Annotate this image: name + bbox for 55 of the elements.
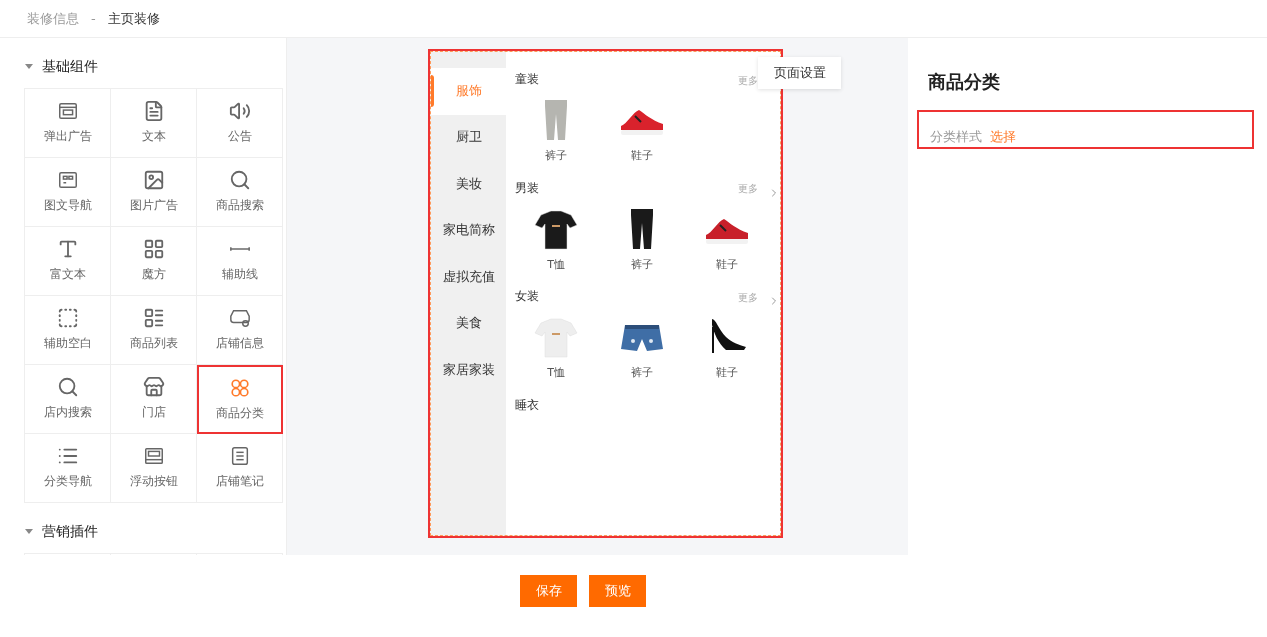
component-tile[interactable]: 分类导航 (25, 434, 111, 503)
breadcrumb-current: 主页装修 (107, 9, 160, 28)
section-title: 睡衣 (515, 396, 539, 414)
page-settings-tab[interactable]: 页面设置 (758, 57, 841, 89)
component-tile[interactable]: 店铺笔记 (197, 434, 283, 503)
caret-icon[interactable] (24, 61, 34, 71)
component-tile[interactable]: 店铺信息 (197, 296, 283, 365)
line-icon (228, 246, 251, 253)
component-tile[interactable]: 浮动按钮 (111, 434, 197, 503)
product-name: 裤子 (630, 365, 653, 381)
group-title: 营销插件 (42, 521, 98, 541)
category-tab[interactable]: 美妆 (431, 161, 506, 208)
product-name: T恤 (547, 256, 565, 273)
component-tile[interactable]: 文本 (111, 89, 197, 158)
component-tile[interactable]: 图片广告 (111, 158, 197, 227)
group-title: 基础组件 (42, 56, 98, 76)
category-tab[interactable]: 美食 (431, 300, 506, 347)
component-tile[interactable]: 商品分类 (197, 365, 283, 434)
section-title: 女装 (515, 288, 539, 306)
component-tile[interactable]: 商品搜索 (197, 158, 283, 227)
dashed-square-icon (56, 307, 79, 330)
search-icon (56, 376, 79, 399)
category-tab[interactable]: 厨卫 (431, 114, 506, 161)
component-tile[interactable]: 商品列表 (111, 296, 197, 365)
store-icon (142, 376, 165, 399)
component-tile[interactable]: 辅助空白 (25, 296, 111, 365)
product-name: 鞋子 (716, 256, 739, 273)
shop-icon (228, 307, 251, 330)
component-tile[interactable]: 辅助线 (197, 227, 283, 296)
field-label: 分类样式 (930, 127, 982, 146)
category-tab[interactable]: 家电简称 (431, 207, 506, 254)
component-tile[interactable]: 魔方 (111, 227, 197, 296)
component-tile[interactable]: 图文导航 (25, 158, 111, 227)
component-tile[interactable]: 富文本 (25, 227, 111, 296)
breadcrumb-separator: - (90, 9, 97, 28)
section-title: 童装 (515, 71, 539, 89)
product-name: T恤 (547, 365, 565, 381)
component-tile[interactable]: 门店 (111, 365, 197, 434)
four-circles-icon (229, 376, 251, 399)
component-tile[interactable]: 弹出广告 (25, 89, 111, 158)
component-tile[interactable]: 公告 (197, 89, 283, 158)
section-title: 男装 (515, 179, 539, 197)
category-tab[interactable]: 虚拟充值 (431, 254, 506, 301)
component-tile[interactable]: 店内搜索 (25, 365, 111, 434)
image-icon (142, 169, 165, 192)
panel-title: 商品分类 (927, 70, 1001, 94)
product-name: 裤子 (630, 256, 653, 273)
product-name: 裤子 (545, 148, 567, 164)
product-name: 鞋子 (716, 365, 739, 381)
search-icon (228, 169, 251, 192)
product-name: 鞋子 (630, 148, 653, 164)
caret-icon[interactable] (24, 526, 34, 536)
category-tab[interactable]: 家居家装 (431, 347, 506, 394)
grid-icon (142, 238, 165, 261)
list-icon (142, 307, 165, 330)
